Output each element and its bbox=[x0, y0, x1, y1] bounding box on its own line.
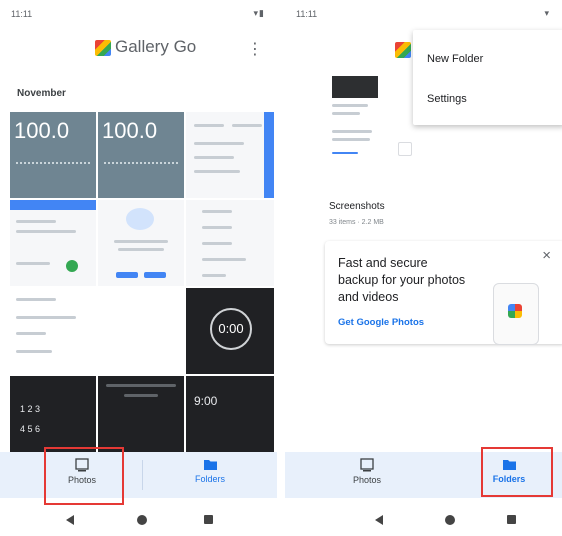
status-time: 11:11 bbox=[296, 9, 318, 19]
back-icon[interactable] bbox=[66, 515, 74, 525]
photo-grid: 100.0 100.0 0:00 1 2 3 4 5 6 9:00 bbox=[10, 112, 274, 452]
calc-display-value: 100.0 bbox=[14, 118, 70, 143]
nav-folders[interactable]: Folders bbox=[170, 452, 250, 498]
folder-icon bbox=[203, 460, 217, 470]
system-navigation bbox=[285, 504, 562, 534]
app-bar: Gallery Go ⋮ bbox=[0, 30, 277, 66]
left-screen: 11:11 ▾▮ Gallery Go ⋮ November 100.0 100… bbox=[0, 0, 277, 536]
dialpad-row: 1 2 3 bbox=[20, 404, 41, 414]
overflow-menu-icon[interactable]: ⋮ bbox=[247, 39, 263, 59]
photo-thumbnail[interactable] bbox=[98, 376, 184, 452]
get-google-photos-link[interactable]: Get Google Photos bbox=[338, 317, 424, 328]
photo-thumbnail[interactable]: 1 2 3 4 5 6 bbox=[10, 376, 96, 452]
nav-photos-label: Photos bbox=[352, 475, 382, 485]
photo-thumbnail[interactable]: 100.0 bbox=[10, 112, 96, 198]
app-title: Gallery Go bbox=[115, 37, 197, 56]
status-indicators: ▾ bbox=[544, 8, 550, 18]
photo-thumbnail[interactable] bbox=[186, 112, 274, 198]
status-bar: 11:11 ▾▮ bbox=[0, 0, 277, 26]
photo-thumbnail[interactable] bbox=[10, 288, 184, 374]
alarm-time: 9:00 bbox=[194, 394, 218, 408]
recents-icon[interactable] bbox=[204, 515, 213, 524]
gallery-go-logo bbox=[95, 40, 111, 56]
status-time: 11:11 bbox=[11, 9, 33, 19]
photo-thumbnail[interactable] bbox=[98, 200, 184, 286]
highlight-box bbox=[481, 447, 553, 497]
clock-time: 0:00 bbox=[210, 308, 252, 350]
google-photos-icon bbox=[508, 304, 522, 318]
back-icon[interactable] bbox=[375, 515, 383, 525]
promo-text: Fast and secure backup for your photos a… bbox=[338, 256, 466, 304]
dialpad-row: 4 5 6 bbox=[20, 424, 41, 434]
promo-card: Fast and secure backup for your photos a… bbox=[325, 241, 562, 345]
folder-name: Screenshots bbox=[329, 201, 385, 212]
photo-thumbnail[interactable]: 0:00 bbox=[186, 288, 274, 374]
calc-display-value: 100.0 bbox=[102, 118, 158, 143]
nav-photos[interactable]: Photos bbox=[325, 452, 409, 498]
status-indicators: ▾▮ bbox=[253, 8, 265, 18]
menu-item-settings[interactable]: Settings bbox=[427, 93, 467, 105]
highlight-box bbox=[44, 447, 124, 505]
recents-icon[interactable] bbox=[507, 515, 516, 524]
home-icon[interactable] bbox=[137, 515, 147, 525]
home-icon[interactable] bbox=[445, 515, 455, 525]
close-icon[interactable]: × bbox=[542, 247, 551, 264]
overflow-menu: New Folder Settings bbox=[413, 30, 562, 125]
right-screen: 11:11 ▾ Screenshots 33 items · 2.2 MB Ne… bbox=[285, 0, 562, 536]
photo-thumbnail[interactable] bbox=[10, 200, 96, 286]
folder-meta: 33 items · 2.2 MB bbox=[329, 219, 384, 226]
photo-thumbnail[interactable]: 100.0 bbox=[98, 112, 184, 198]
gallery-go-logo bbox=[395, 42, 411, 58]
section-title: November bbox=[17, 88, 66, 99]
status-bar: 11:11 ▾ bbox=[285, 0, 562, 26]
photo-thumbnail[interactable]: 9:00 bbox=[186, 376, 274, 452]
photos-icon bbox=[360, 458, 374, 472]
nav-folders-label: Folders bbox=[194, 474, 225, 484]
menu-item-new-folder[interactable]: New Folder bbox=[427, 53, 483, 65]
system-navigation bbox=[0, 504, 277, 534]
phone-illustration bbox=[493, 283, 539, 345]
photo-thumbnail[interactable] bbox=[186, 200, 274, 286]
bottom-navigation: Photos Folders bbox=[0, 452, 277, 498]
